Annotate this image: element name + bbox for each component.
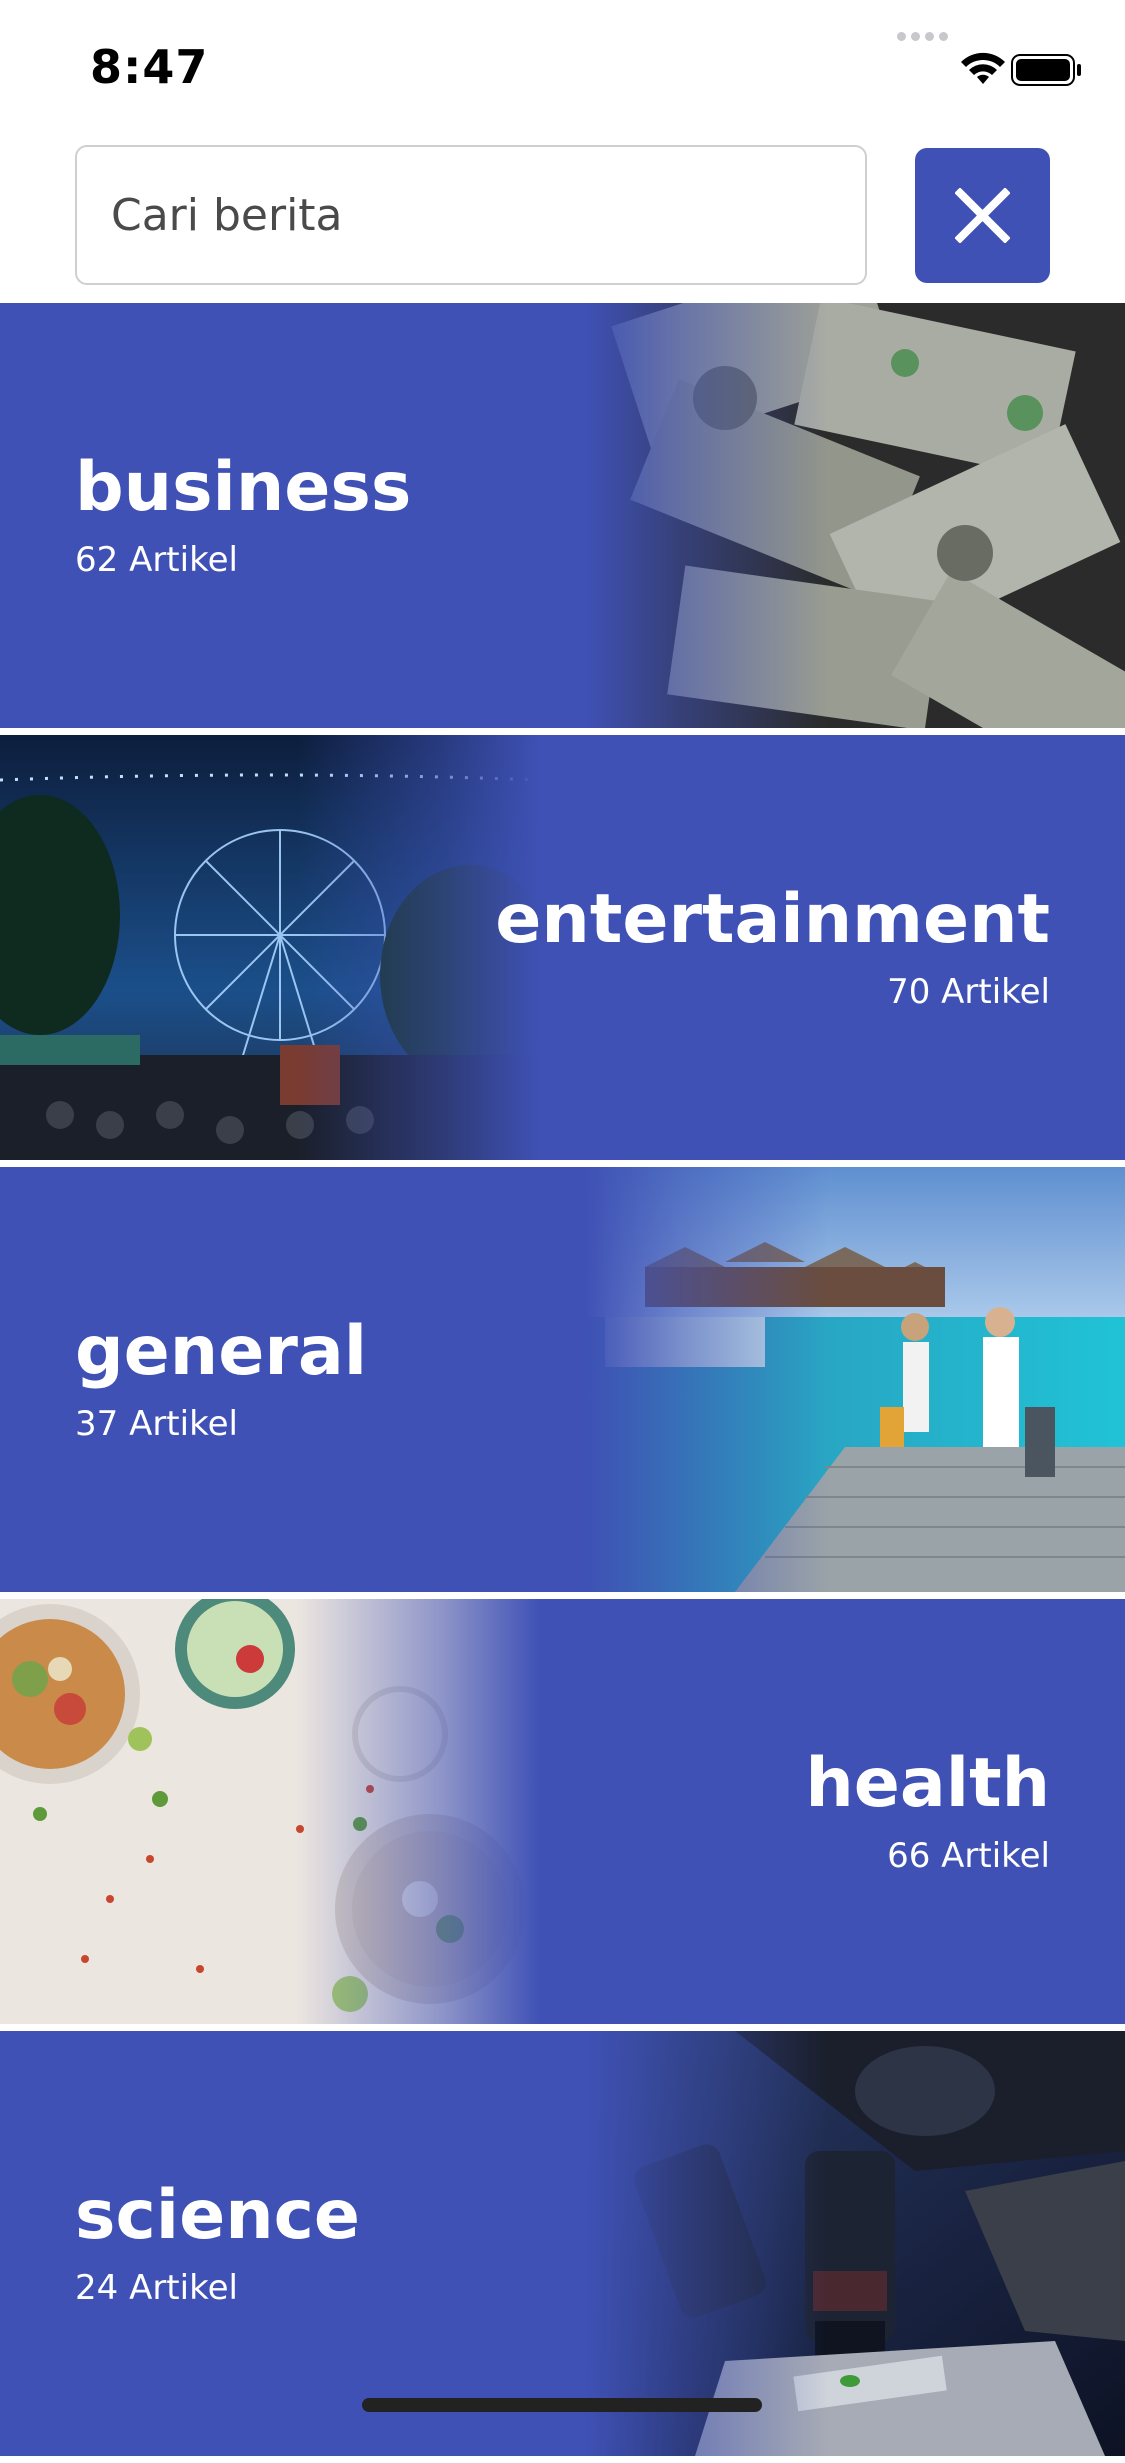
category-card-science[interactable]: science 24 Artikel (0, 2031, 1125, 2456)
category-name: health (805, 1744, 1050, 1824)
image-fade-overlay (585, 303, 1125, 728)
category-card-business[interactable]: business 62 Artikel (0, 303, 1125, 728)
article-count: 70 Artikel (887, 971, 1050, 1012)
cellular-signal-icon (897, 26, 953, 45)
category-card-entertainment[interactable]: entertainment 70 Artikel (0, 735, 1125, 1160)
home-indicator (362, 2398, 762, 2412)
wifi-icon (961, 52, 1005, 84)
close-search-button[interactable] (915, 148, 1050, 283)
category-name: general (75, 1312, 368, 1392)
category-label: science 24 Artikel (75, 2031, 360, 2456)
category-name: science (75, 2176, 361, 2256)
status-time: 8:47 (90, 40, 209, 94)
category-list: business 62 Artikel entertainment 70 Art… (0, 303, 1125, 2463)
category-name: entertainment (495, 880, 1050, 960)
category-label: business 62 Artikel (75, 303, 411, 728)
image-fade-overlay (585, 2031, 1125, 2456)
article-count: 24 Artikel (75, 2267, 238, 2308)
search-box[interactable] (75, 145, 867, 285)
battery-icon (1011, 54, 1081, 86)
category-label: general 37 Artikel (75, 1167, 367, 1592)
category-label: health 66 Artikel (805, 1599, 1050, 2024)
close-icon (955, 188, 1010, 243)
article-count: 37 Artikel (75, 1403, 238, 1444)
search-input[interactable] (77, 147, 865, 283)
category-card-general[interactable]: general 37 Artikel (0, 1167, 1125, 1592)
category-card-health[interactable]: health 66 Artikel (0, 1599, 1125, 2024)
status-bar: 8:47 (0, 0, 1125, 135)
article-count: 66 Artikel (887, 1835, 1050, 1876)
article-count: 62 Artikel (75, 539, 238, 580)
image-fade-overlay (0, 1599, 540, 2024)
image-fade-overlay (585, 1167, 1125, 1592)
category-name: business (75, 448, 412, 528)
category-label: entertainment 70 Artikel (495, 735, 1050, 1160)
image-fade-overlay (0, 735, 540, 1160)
